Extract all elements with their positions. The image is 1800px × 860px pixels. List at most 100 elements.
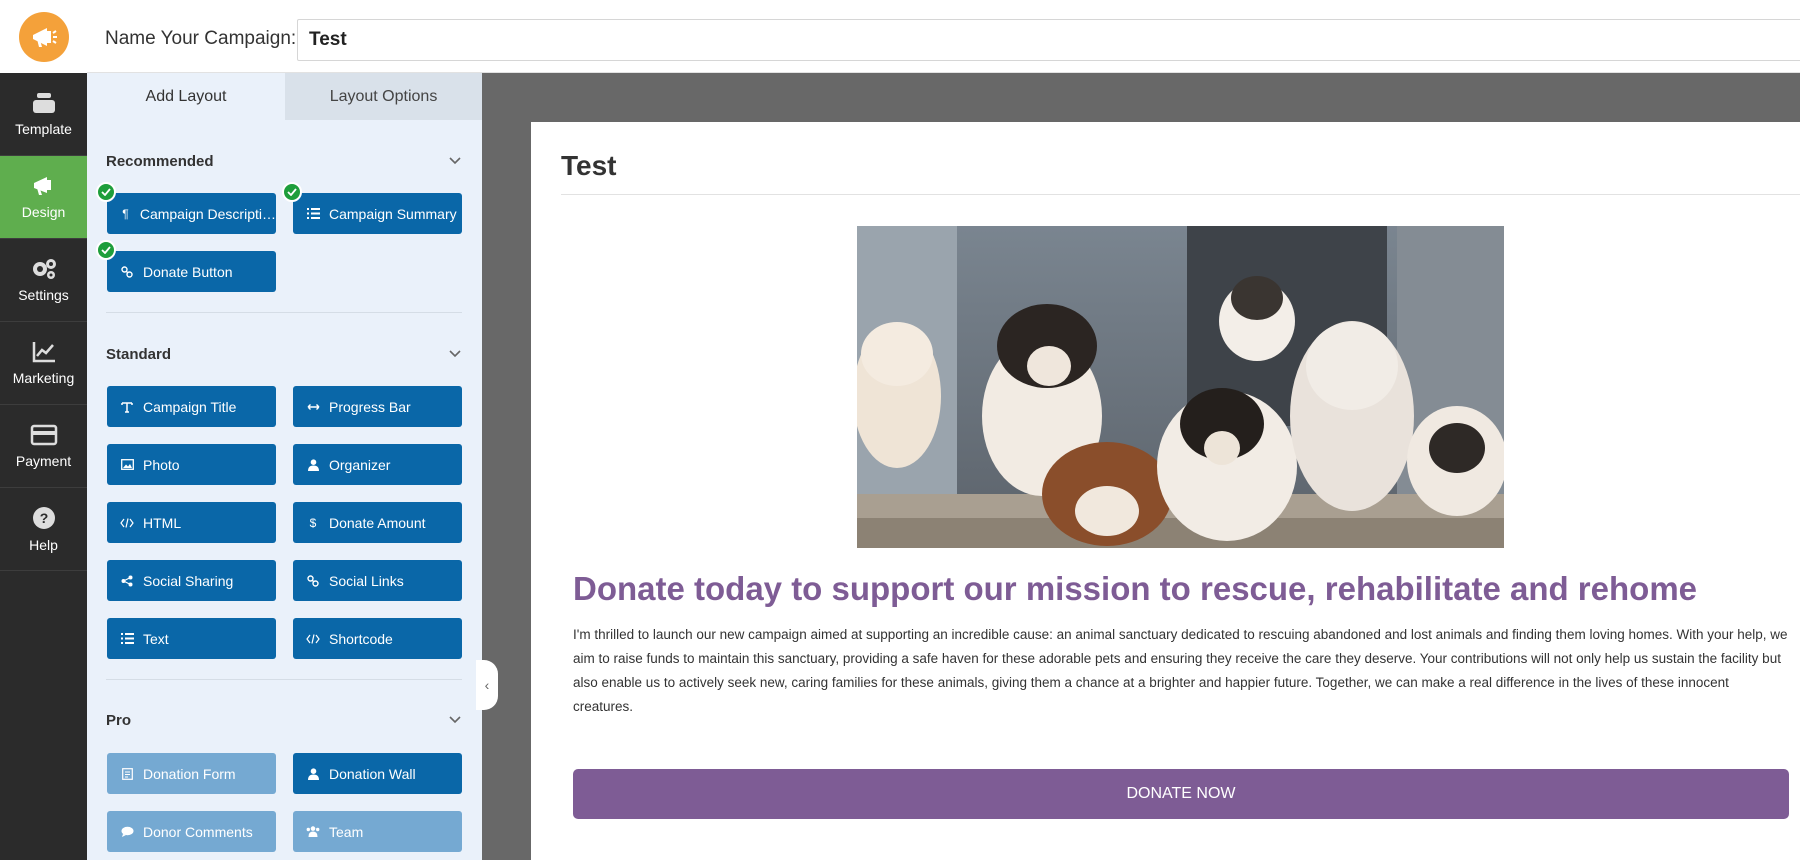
code-icon <box>306 633 320 644</box>
block-donation-form[interactable]: Donation Form <box>107 753 276 794</box>
block-label: Team <box>329 823 364 840</box>
panel-tabs: Add Layout Layout Options <box>87 73 482 120</box>
comment-icon <box>120 826 134 837</box>
nav-payment[interactable]: Payment <box>0 405 87 488</box>
megaphone-logo-icon <box>18 11 69 62</box>
block-social-sharing[interactable]: Social Sharing <box>107 560 276 601</box>
section-standard-title: Standard <box>106 345 172 363</box>
tab-add-layout[interactable]: Add Layout <box>87 73 285 120</box>
block-label: Text <box>143 630 169 647</box>
nav-payment-label: Payment <box>15 453 72 469</box>
collapse-panel-button[interactable]: ‹ <box>476 660 498 710</box>
block-team[interactable]: Team <box>293 811 462 852</box>
section-pro-header[interactable]: Pro <box>106 708 462 732</box>
chevron-down-icon <box>449 716 461 724</box>
campaign-name-bar: Name Your Campaign: <box>87 0 1800 73</box>
check-icon <box>96 182 116 202</box>
campaign-name-input[interactable] <box>297 19 1800 61</box>
block-label: Social Links <box>329 572 404 589</box>
block-donate-button[interactable]: Donate Button <box>107 251 276 292</box>
code-icon <box>120 517 134 528</box>
link-icon <box>306 574 320 587</box>
layout-panel: Add Layout Layout Options Recommended ¶ … <box>87 73 482 860</box>
block-social-links[interactable]: Social Links <box>293 560 462 601</box>
card-icon <box>30 424 57 446</box>
check-icon <box>282 182 302 202</box>
text-heading-icon <box>120 401 134 413</box>
block-label: Campaign Summary <box>329 205 457 222</box>
block-shortcode[interactable]: Shortcode <box>293 618 462 659</box>
campaign-headline: Donate today to support our mission to r… <box>573 570 1698 607</box>
paragraph-icon: ¶ <box>122 206 129 221</box>
block-donate-amount[interactable]: $ Donate Amount <box>293 502 462 543</box>
block-label: Donation Form <box>143 765 236 782</box>
nav-template[interactable]: Template <box>0 73 87 156</box>
list-icon <box>120 633 134 644</box>
svg-text:?: ? <box>39 510 48 526</box>
campaign-preview-page: Test Donate today to support our mission… <box>531 122 1800 860</box>
block-campaign-description[interactable]: ¶ Campaign Descripti… <box>107 193 276 234</box>
template-icon <box>32 93 55 113</box>
user-icon <box>306 767 320 780</box>
block-photo[interactable]: Photo <box>107 444 276 485</box>
chevron-down-icon <box>449 157 461 165</box>
section-divider <box>106 679 462 680</box>
nav-help-label: Help <box>29 537 58 553</box>
nav-settings[interactable]: Settings <box>0 239 87 322</box>
chart-icon <box>32 342 55 363</box>
block-label: HTML <box>143 514 182 531</box>
block-text[interactable]: Text <box>107 618 276 659</box>
section-divider <box>106 312 462 313</box>
link-icon <box>120 265 134 278</box>
chevron-left-icon: ‹ <box>484 677 490 693</box>
image-icon <box>120 459 134 470</box>
nav-settings-label: Settings <box>18 287 69 303</box>
block-progress-bar[interactable]: Progress Bar <box>293 386 462 427</box>
donate-now-button[interactable]: DONATE NOW <box>573 769 1789 819</box>
campaign-description: I'm thrilled to launch our new campaign … <box>573 627 1788 714</box>
block-label: Campaign Title <box>143 398 237 415</box>
campaign-photo-puppies[interactable] <box>857 226 1504 548</box>
nav-template-label: Template <box>15 121 72 137</box>
section-pro-title: Pro <box>106 711 132 729</box>
section-standard-header[interactable]: Standard <box>106 342 462 366</box>
block-label: Organizer <box>329 456 391 473</box>
share-icon <box>120 575 134 587</box>
block-label: Donate Amount <box>329 514 426 531</box>
block-label: Donation Wall <box>329 765 416 782</box>
nav-design-label: Design <box>21 204 66 220</box>
tab-layout-options[interactable]: Layout Options <box>285 73 482 120</box>
user-icon <box>306 458 320 471</box>
nav-help[interactable]: ? Help <box>0 488 87 571</box>
users-icon <box>306 826 320 837</box>
app-logo[interactable] <box>0 0 87 73</box>
campaign-title: Test <box>561 150 617 181</box>
block-label: Donate Button <box>143 263 233 280</box>
block-label: Donor Comments <box>143 823 253 840</box>
nav-design[interactable]: Design <box>0 156 87 239</box>
block-label: Photo <box>143 456 180 473</box>
block-label: Shortcode <box>329 630 393 647</box>
block-organizer[interactable]: Organizer <box>293 444 462 485</box>
dollar-icon: $ <box>309 515 317 530</box>
campaign-name-label: Name Your Campaign: <box>105 28 297 49</box>
nav-marketing-label: Marketing <box>12 370 75 386</box>
check-icon <box>96 240 116 260</box>
section-recommended-header[interactable]: Recommended <box>106 149 462 173</box>
block-campaign-summary[interactable]: Campaign Summary <box>293 193 462 234</box>
block-label: Campaign Descripti… <box>139 205 276 222</box>
gears-icon <box>32 259 56 279</box>
nav-marketing[interactable]: Marketing <box>0 322 87 405</box>
help-icon: ? <box>32 507 55 529</box>
arrows-horizontal-icon <box>306 402 320 412</box>
block-label: Social Sharing <box>143 572 234 589</box>
block-donation-wall[interactable]: Donation Wall <box>293 753 462 794</box>
chevron-down-icon <box>449 350 461 358</box>
list-icon <box>306 208 320 219</box>
block-donor-comments[interactable]: Donor Comments <box>107 811 276 852</box>
block-campaign-title[interactable]: Campaign Title <box>107 386 276 427</box>
block-html[interactable]: HTML <box>107 502 276 543</box>
block-label: Progress Bar <box>329 398 411 415</box>
section-recommended-title: Recommended <box>106 152 214 170</box>
title-divider <box>561 194 1800 195</box>
